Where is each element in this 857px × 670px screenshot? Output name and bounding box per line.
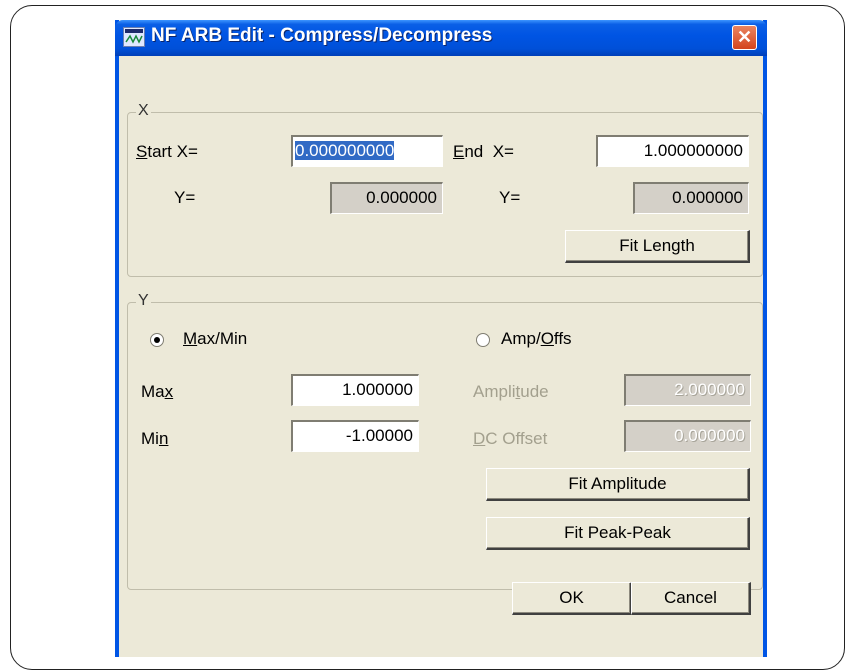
title-bar[interactable]: NF ARB Edit - Compress/Decompress ✕ bbox=[115, 20, 767, 56]
maxmin-label[interactable]: Max/Min bbox=[183, 329, 247, 349]
start-x-value: 0.000000000 bbox=[295, 141, 395, 160]
dialog-window: NF ARB Edit - Compress/Decompress ✕ X St… bbox=[115, 20, 767, 657]
min-label: Min bbox=[141, 429, 169, 448]
fit-length-button[interactable]: Fit Length bbox=[565, 230, 750, 263]
close-icon: ✕ bbox=[736, 27, 753, 47]
fit-peak-peak-button[interactable]: Fit Peak-Peak bbox=[486, 517, 750, 550]
ampoffs-radio[interactable] bbox=[476, 333, 490, 347]
end-y-label: Y= bbox=[499, 188, 521, 207]
waveform-icon bbox=[123, 27, 145, 47]
end-y-value: 0.000000 bbox=[633, 182, 749, 214]
amplitude-input[interactable]: 2.000000 bbox=[624, 374, 751, 406]
start-x-label-rest: tart X= bbox=[147, 142, 198, 161]
end-x-label: End X= bbox=[453, 142, 514, 161]
end-x-input[interactable]: 1.000000000 bbox=[596, 135, 749, 167]
y-group-label: Y bbox=[136, 292, 151, 310]
dcoffset-input[interactable]: 0.000000 bbox=[624, 420, 751, 452]
max-label: Max bbox=[141, 382, 174, 401]
start-y-label: Y= bbox=[174, 188, 196, 207]
start-x-input[interactable]: 0.000000000 bbox=[291, 135, 443, 167]
cancel-button[interactable]: Cancel bbox=[631, 582, 751, 615]
close-button[interactable]: ✕ bbox=[732, 25, 757, 50]
x-group-label: X bbox=[136, 102, 151, 120]
min-input[interactable]: -1.00000 bbox=[291, 420, 419, 452]
start-x-label: Start X= bbox=[136, 142, 198, 161]
dcoffset-label: DC Offset bbox=[473, 429, 548, 448]
window-title: NF ARB Edit - Compress/Decompress bbox=[151, 25, 493, 46]
end-x-label-rest: nd X= bbox=[464, 142, 514, 161]
fit-amplitude-button[interactable]: Fit Amplitude bbox=[486, 468, 750, 501]
start-y-value: 0.000000 bbox=[330, 182, 443, 214]
max-input[interactable]: 1.000000 bbox=[291, 374, 419, 406]
ok-button[interactable]: OK bbox=[512, 582, 632, 615]
maxmin-radio[interactable] bbox=[150, 333, 164, 347]
ampoffs-label[interactable]: Amp/Offs bbox=[501, 329, 572, 349]
amplitude-label: Amplitude bbox=[473, 382, 549, 401]
maxmin-label-rest: ax/Min bbox=[197, 329, 248, 348]
